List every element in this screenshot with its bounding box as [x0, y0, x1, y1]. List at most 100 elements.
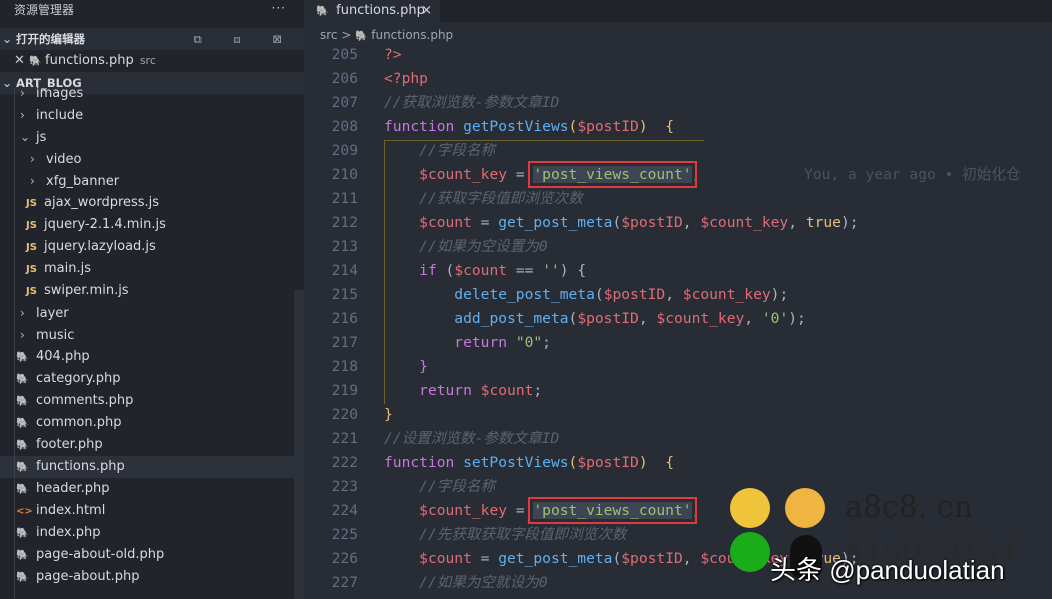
- tree-item-page-about-php[interactable]: 🐘 page-about.php: [0, 566, 304, 588]
- tree-item-label: include: [36, 108, 84, 123]
- tree-item-common-php[interactable]: 🐘 common.php: [0, 412, 304, 434]
- tree-item-category-php[interactable]: 🐘 category.php: [0, 368, 304, 390]
- code-token: (: [612, 214, 622, 231]
- watermark-logo-icon: [730, 488, 770, 528]
- line-number: 218: [331, 358, 358, 375]
- js-file-icon: JS: [26, 198, 37, 209]
- code-token: $postID: [603, 286, 666, 303]
- line-number: 227: [331, 574, 358, 591]
- tree-item-404-php[interactable]: 🐘 404.php: [0, 346, 304, 368]
- watermark-avatar-icon: [785, 488, 825, 528]
- tree-item-index-php[interactable]: 🐘 index.php: [0, 522, 304, 544]
- chevron-down-icon: ⌄: [2, 32, 13, 46]
- code-token: true: [805, 214, 841, 231]
- tree-item-jquery-lazyload-js[interactable]: JS jquery.lazyload.js: [0, 236, 304, 258]
- tree-item-header-php[interactable]: 🐘 header.php: [0, 478, 304, 500]
- line-number: 220: [331, 406, 358, 423]
- code-token: }: [419, 358, 428, 375]
- explorer-sidebar: 资源管理器 ··· ⌄ 打开的编辑器 ⧉ ⧈ ⊠ ✕ 🐘 functions.php sr…: [0, 0, 304, 599]
- tab-functions-php[interactable]: 🐘 functions.php ×: [304, 0, 440, 22]
- tree-item-index-html[interactable]: <> index.html: [0, 500, 304, 522]
- close-tab-icon[interactable]: ×: [421, 0, 432, 22]
- tree-item-page-about-old-php[interactable]: 🐘 page-about-old.php: [0, 544, 304, 566]
- tree-item-label: swiper.min.js: [44, 283, 129, 298]
- code-token: ?>: [384, 46, 402, 63]
- code-token: function: [384, 118, 464, 135]
- tree-item-comments-php[interactable]: 🐘 comments.php: [0, 390, 304, 412]
- more-actions-icon[interactable]: ···: [272, 0, 286, 18]
- tree-item-main-js[interactable]: JS main.js: [0, 258, 304, 280]
- code-token: function: [384, 454, 464, 471]
- code-token: get_post_meta: [498, 214, 613, 231]
- code-token: ==: [507, 262, 543, 279]
- code-token: );: [770, 286, 789, 303]
- tree-item-jquery-2-1-4-min-js[interactable]: JS jquery-2.1.4.min.js: [0, 214, 304, 236]
- tree-item-label: comments.php: [36, 393, 134, 408]
- wechat-icon: [730, 532, 770, 572]
- php-elephant-icon: 🐘: [316, 6, 329, 17]
- code-text: delete_post_meta($postID, $count_key);: [384, 283, 788, 307]
- open-editor-functions[interactable]: ✕ 🐘 functions.php src: [0, 50, 304, 72]
- close-icon[interactable]: ✕: [14, 53, 25, 68]
- line-number: 225: [331, 526, 358, 543]
- tree-item-video[interactable]: › video: [0, 148, 304, 170]
- breadcrumb-file[interactable]: functions.php: [371, 28, 453, 42]
- code-token: ,: [744, 310, 762, 327]
- tree-item-music[interactable]: › music: [0, 324, 304, 346]
- tree-item-xfg-banner[interactable]: › xfg_banner: [0, 170, 304, 192]
- tree-item-label: images: [36, 86, 84, 101]
- line-number: 209: [331, 142, 358, 159]
- file-tree: › images › include ⌄ js › video › xfg_banner JS aja…: [0, 82, 304, 588]
- line-number: 206: [331, 70, 358, 87]
- code-token: //如果为空设置为0: [419, 238, 548, 255]
- open-editors-actions[interactable]: ⧉ ⧈ ⊠: [194, 28, 296, 50]
- tree-item-ajax-wordpress-js[interactable]: JS ajax_wordpress.js: [0, 192, 304, 214]
- tab-bar: 🐘 functions.php ×: [304, 0, 1052, 22]
- code-token: );: [788, 310, 806, 327]
- tree-item-footer-php[interactable]: 🐘 footer.php: [0, 434, 304, 456]
- code-token: ;: [691, 166, 701, 183]
- code-token: (: [612, 550, 622, 567]
- php-file-icon: 🐘: [16, 352, 29, 363]
- tree-item-layer[interactable]: › layer: [0, 302, 304, 324]
- code-text: if ($count == '') {: [384, 259, 586, 283]
- html-file-icon: <>: [16, 506, 33, 517]
- tree-item-images[interactable]: › images: [0, 82, 304, 104]
- tree-item-js[interactable]: ⌄ js: [0, 126, 304, 148]
- code-text: $count_key = 'post_views_count';: [384, 161, 701, 188]
- tree-item-swiper-min-js[interactable]: JS swiper.min.js: [0, 280, 304, 302]
- code-token: $count: [419, 214, 472, 231]
- highlighted-string: 'post_views_count': [528, 497, 697, 524]
- breadcrumb-folder[interactable]: src: [320, 28, 338, 42]
- code-token: //字段名称: [419, 478, 496, 495]
- code-line: 221 //设置浏览数-参数文章ID: [304, 427, 1052, 451]
- code-token: //设置浏览数-参数文章ID: [384, 430, 560, 447]
- js-file-icon: JS: [26, 220, 37, 231]
- php-elephant-icon: 🐘: [355, 31, 368, 42]
- line-number: 219: [331, 382, 358, 399]
- php-file-icon: 🐘: [16, 462, 29, 473]
- open-editors-section[interactable]: ⌄ 打开的编辑器 ⧉ ⧈ ⊠: [0, 28, 304, 50]
- code-token: <?php: [384, 70, 428, 87]
- tree-item-label: xfg_banner: [46, 174, 120, 189]
- open-file-folder: src: [139, 54, 156, 67]
- tree-item-label: index.html: [36, 503, 106, 518]
- tree-item-label: category.php: [36, 371, 121, 386]
- php-file-icon: 🐘: [16, 374, 29, 385]
- code-text: //先获取获取字段值即浏览次数: [384, 523, 626, 547]
- tree-item-include[interactable]: › include: [0, 104, 304, 126]
- code-token: $postID: [621, 550, 683, 567]
- tree-item-label: jquery.lazyload.js: [44, 239, 156, 254]
- line-number: 211: [331, 190, 358, 207]
- line-number: 217: [331, 334, 358, 351]
- sidebar-scrollbar[interactable]: [294, 290, 304, 599]
- chevron-right-icon: ›: [20, 306, 25, 320]
- tree-item-functions-php[interactable]: 🐘 functions.php: [0, 456, 304, 478]
- code-token: (: [568, 118, 578, 135]
